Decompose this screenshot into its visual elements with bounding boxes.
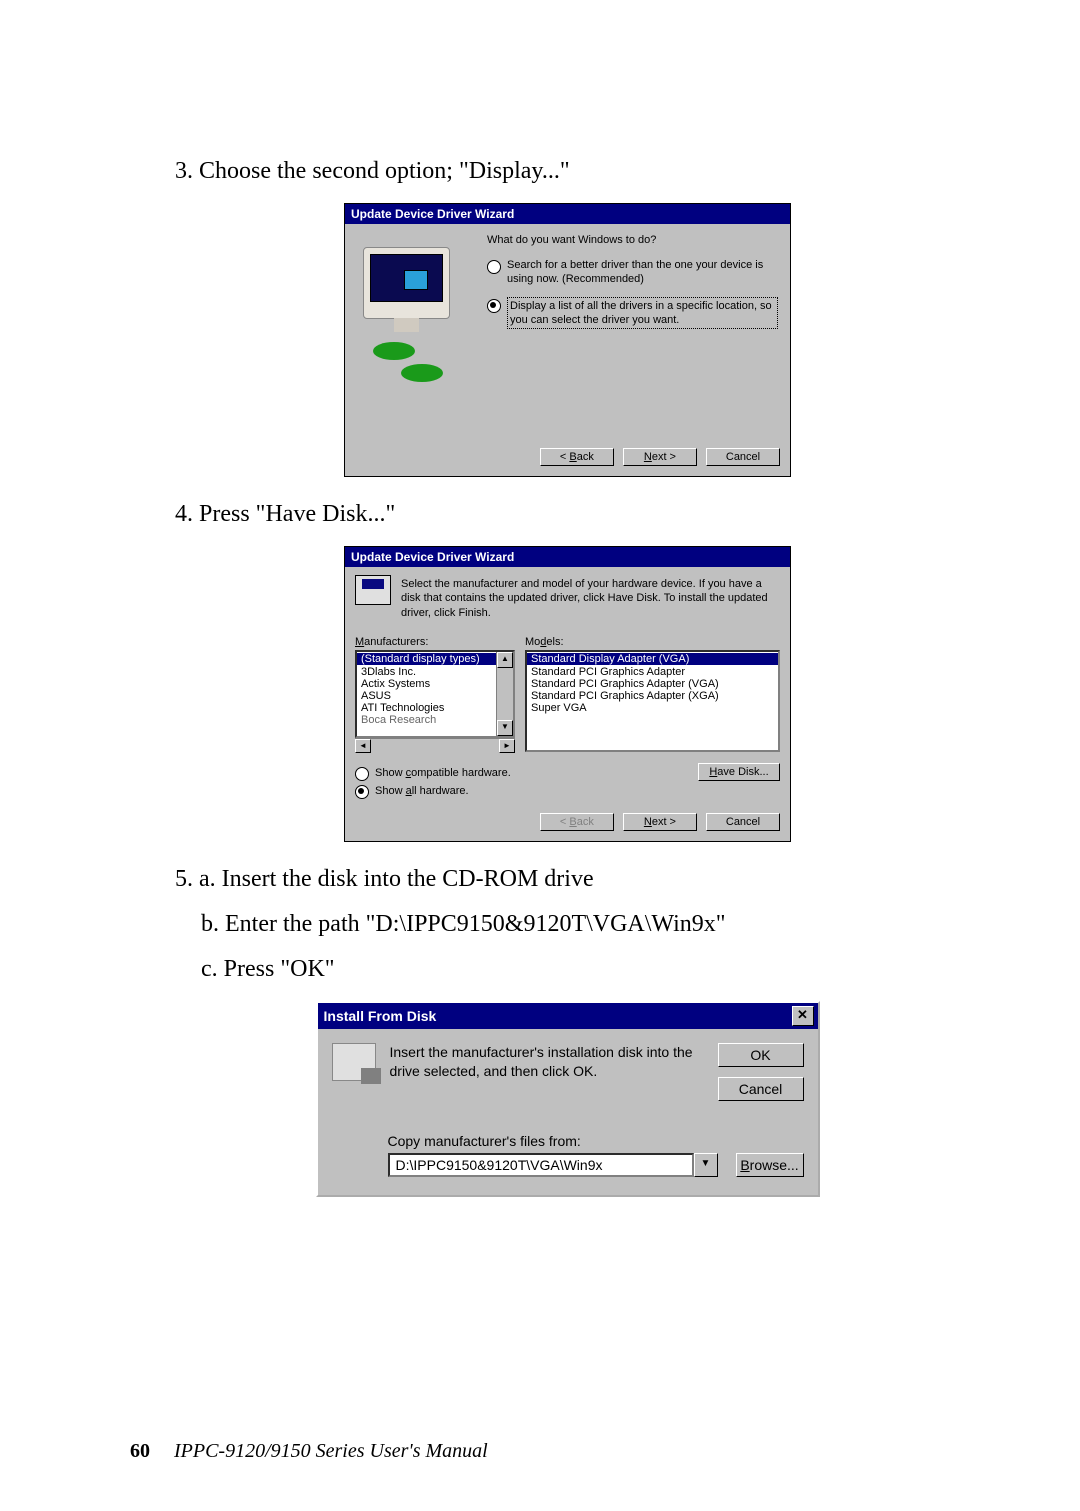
radio-compatible-label: Show compatible hardware. [375, 767, 511, 779]
list-item[interactable]: Actix Systems [357, 678, 497, 690]
models-label: Models: [525, 636, 780, 648]
radio-search-label: Search for a better driver than the one … [507, 258, 778, 287]
ok-button[interactable]: OK [718, 1043, 804, 1067]
radio-all[interactable] [355, 785, 369, 799]
cancel-button[interactable]: Cancel [706, 813, 780, 831]
list-item[interactable]: (Standard display types) [357, 653, 497, 665]
radio-compatible[interactable] [355, 767, 369, 781]
back-button[interactable]: < Back [540, 448, 614, 466]
list-item[interactable]: ASUS [357, 690, 497, 702]
scroll-right-icon[interactable]: ► [499, 739, 515, 753]
models-list[interactable]: Standard Display Adapter (VGA) Standard … [525, 650, 780, 752]
back-button[interactable]: < Back [540, 813, 614, 831]
step-5b: b. Enter the path "D:\IPPC9150&9120T\VGA… [201, 911, 960, 938]
step-4: 4. Press "Have Disk..." [175, 501, 960, 528]
list-item[interactable]: 3Dlabs Inc. [357, 666, 497, 678]
scroll-down-icon[interactable]: ▼ [497, 720, 513, 736]
manual-title: IPPC-9120/9150 Series User's Manual [174, 1440, 488, 1462]
install-from-disk-dialog: Install From Disk ✕ Insert the manufactu… [316, 1001, 820, 1197]
next-button[interactable]: Next > [623, 448, 697, 466]
step-3: 3. Choose the second option; "Display...… [175, 158, 960, 185]
path-input[interactable]: D:\IPPC9150&9120T\VGA\Win9x [388, 1153, 694, 1177]
list-item[interactable]: ATI Technologies [357, 702, 497, 714]
wizard-question: What do you want Windows to do? [487, 234, 778, 246]
manufacturers-label: Manufacturers: [355, 636, 515, 648]
browse-button[interactable]: Browse... [736, 1153, 804, 1177]
device-icon [355, 575, 391, 605]
step-5c: c. Press "OK" [201, 956, 960, 983]
dialog-title: Update Device Driver Wizard [345, 547, 790, 567]
page-footer: 60 IPPC-9120/9150 Series User's Manual [130, 1440, 960, 1463]
install-message: Insert the manufacturer's installation d… [390, 1043, 704, 1111]
next-button[interactable]: Next > [623, 813, 697, 831]
cancel-button[interactable]: Cancel [706, 448, 780, 466]
wizard-graphic [353, 232, 483, 432]
disk-icon [332, 1043, 376, 1081]
dialog-title: Install From Disk [324, 1008, 437, 1024]
scroll-up-icon[interactable]: ▲ [497, 652, 513, 668]
radio-display-list-label: Display a list of all the drivers in a s… [507, 297, 778, 330]
list-item[interactable]: Standard Display Adapter (VGA) [527, 653, 778, 665]
list-item[interactable]: Standard PCI Graphics Adapter (XGA) [527, 690, 778, 702]
list-item[interactable]: Super VGA [527, 702, 778, 714]
wizard-dialog-1: Update Device Driver Wizard What do you … [344, 203, 791, 477]
scroll-left-icon[interactable]: ◄ [355, 739, 371, 753]
manufacturers-list[interactable]: (Standard display types) 3Dlabs Inc. Act… [355, 650, 515, 738]
dialog-intro: Select the manufacturer and model of you… [401, 575, 780, 620]
cancel-button[interactable]: Cancel [718, 1077, 804, 1101]
dialog-title: Update Device Driver Wizard [345, 204, 790, 224]
scrollbar[interactable]: ▲ ▼ [496, 652, 513, 736]
dropdown-arrow-icon[interactable]: ▼ [694, 1153, 718, 1177]
wizard-dialog-2: Update Device Driver Wizard Select the m… [344, 546, 791, 842]
list-item[interactable]: Boca Research [357, 714, 497, 726]
list-item[interactable]: Standard PCI Graphics Adapter (VGA) [527, 678, 778, 690]
radio-search[interactable] [487, 260, 501, 274]
radio-display-list[interactable] [487, 299, 501, 313]
step-5a: 5. a. Insert the disk into the CD-ROM dr… [175, 866, 960, 893]
have-disk-button[interactable]: Have Disk... [698, 763, 780, 781]
close-icon[interactable]: ✕ [792, 1006, 814, 1026]
hscrollbar[interactable]: ◄ ► [355, 738, 515, 753]
radio-all-label: Show all hardware. [375, 785, 469, 797]
page-number: 60 [130, 1440, 150, 1463]
list-item[interactable]: Standard PCI Graphics Adapter [527, 666, 778, 678]
copy-from-label: Copy manufacturer's files from: [388, 1133, 804, 1149]
